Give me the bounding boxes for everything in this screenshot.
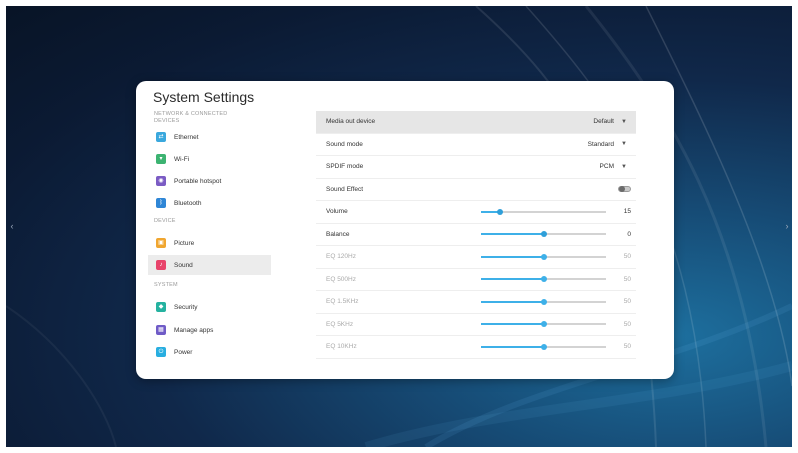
volume-slider[interactable] <box>481 208 606 215</box>
sidebar-item-label: Picture <box>174 239 195 247</box>
balance-slider[interactable] <box>481 231 606 238</box>
section-header-network: NETWORK & CONNECTED DEVICES <box>154 111 228 124</box>
slider-thumb <box>540 253 547 260</box>
sidebar-item-security[interactable]: ◆ Security <box>148 297 271 317</box>
chevron-left-icon[interactable]: ‹ <box>8 220 16 232</box>
balance-row[interactable]: Balance 0 <box>316 224 636 246</box>
sound-mode-value: Standard <box>587 140 614 148</box>
sidebar-item-power[interactable]: ⏻ Power <box>148 342 271 362</box>
sidebar-item-picture[interactable]: ▣ Picture <box>148 233 271 253</box>
sound-mode-label: Sound mode <box>326 140 363 148</box>
sound-effect-row[interactable]: Sound Effect <box>316 179 636 201</box>
spdif-mode-row[interactable]: SPDIF mode PCM ▼ <box>316 156 636 179</box>
slider-fill <box>481 300 544 303</box>
bluetooth-icon: ᛒ <box>156 198 166 208</box>
eq-10khz-slider <box>481 343 606 350</box>
slider-thumb <box>540 343 547 350</box>
settings-sidebar: System Settings NETWORK & CONNECTED DEVI… <box>136 81 271 379</box>
eq-5khz-row: EQ 5KHz 50 <box>316 314 636 336</box>
slider-value: 15 <box>623 208 631 216</box>
eq-5khz-slider <box>481 321 606 328</box>
ethernet-icon: ⇄ <box>156 132 166 142</box>
eq-120hz-row: EQ 120Hz 50 <box>316 246 636 269</box>
eq-500hz-slider <box>481 276 606 283</box>
spdif-mode-label: SPDIF mode <box>326 163 364 171</box>
sound-effect-toggle[interactable] <box>618 186 631 193</box>
sidebar-item-manage-apps[interactable]: ▦ Manage apps <box>148 320 271 340</box>
sidebar-item-sound[interactable]: ♪ Sound <box>148 255 271 275</box>
slider-label: EQ 10KHz <box>326 343 357 351</box>
chevron-right-icon[interactable]: › <box>783 220 791 232</box>
sidebar-item-label: Bluetooth <box>174 199 202 207</box>
slider-fill <box>481 345 544 348</box>
slider-thumb <box>540 321 547 328</box>
slider-fill <box>481 323 544 326</box>
power-icon: ⏻ <box>156 347 166 357</box>
sidebar-item-label: Sound <box>174 261 193 269</box>
sidebar-item-label: Security <box>174 303 198 311</box>
spdif-mode-value: PCM <box>599 163 614 171</box>
slider-label: EQ 500Hz <box>326 275 356 283</box>
media-out-device-value: Default <box>593 118 614 126</box>
sound-effect-label: Sound Effect <box>326 185 364 193</box>
sidebar-item-label: Portable hotspot <box>174 177 222 185</box>
slider-thumb <box>540 298 547 305</box>
slider-fill <box>481 278 544 281</box>
slider-label: Balance <box>326 230 350 238</box>
sidebar-item-portable-hotspot[interactable]: ◉ Portable hotspot <box>148 171 271 191</box>
eq-120hz-slider <box>481 253 606 260</box>
sound-icon: ♪ <box>156 260 166 270</box>
sidebar-item-label: Wi-Fi <box>174 155 190 163</box>
desktop-wallpaper: ‹ › System Settings NETWORK & CONNECTED … <box>6 6 792 447</box>
section-header-device: DEVICE <box>154 218 176 224</box>
sidebar-item-label: Power <box>174 348 193 356</box>
picture-icon: ▣ <box>156 238 166 248</box>
system-settings-dialog: System Settings NETWORK & CONNECTED DEVI… <box>136 81 674 379</box>
media-out-device-label: Media out device <box>326 118 376 126</box>
eq-500hz-row: EQ 500Hz 50 <box>316 269 636 291</box>
sidebar-item-ethernet[interactable]: ⇄ Ethernet <box>148 127 271 147</box>
slider-value: 50 <box>623 298 631 306</box>
dropdown-icon[interactable]: ▼ <box>620 164 628 170</box>
dropdown-icon[interactable]: ▼ <box>620 141 628 147</box>
slider-value: 50 <box>623 275 631 283</box>
sidebar-item-label: Ethernet <box>174 133 199 141</box>
sidebar-item-wifi[interactable]: ▾ Wi-Fi <box>148 149 271 169</box>
slider-label: EQ 5KHz <box>326 320 354 328</box>
toggle-knob <box>619 186 625 193</box>
slider-value: 50 <box>623 343 631 351</box>
security-icon: ◆ <box>156 302 166 312</box>
slider-fill <box>481 255 544 258</box>
slider-label: Volume <box>326 208 348 216</box>
slider-value: 0 <box>627 230 631 238</box>
volume-row[interactable]: Volume 15 <box>316 201 636 224</box>
dropdown-icon[interactable]: ▼ <box>620 119 628 125</box>
wifi-icon: ▾ <box>156 154 166 164</box>
slider-thumb[interactable] <box>496 208 503 215</box>
media-out-device-row[interactable]: Media out device Default ▼ <box>316 111 636 134</box>
slider-value: 50 <box>623 253 631 261</box>
slider-label: EQ 120Hz <box>326 253 356 261</box>
eq-1-5khz-slider <box>481 298 606 305</box>
eq-1-5khz-row: EQ 1.5KHz 50 <box>316 291 636 314</box>
section-header-system: SYSTEM <box>154 282 178 288</box>
apps-icon: ▦ <box>156 325 166 335</box>
sidebar-item-label: Manage apps <box>174 326 214 334</box>
slider-value: 50 <box>623 320 631 328</box>
slider-thumb <box>540 276 547 283</box>
slider-thumb[interactable] <box>540 231 547 238</box>
sidebar-item-bluetooth[interactable]: ᛒ Bluetooth <box>148 193 271 213</box>
slider-fill <box>481 233 544 236</box>
hotspot-icon: ◉ <box>156 176 166 186</box>
page-title: System Settings <box>153 89 255 105</box>
slider-label: EQ 1.5KHz <box>326 298 359 306</box>
sound-mode-row[interactable]: Sound mode Standard ▼ <box>316 134 636 156</box>
eq-10khz-row: EQ 10KHz 50 <box>316 336 636 359</box>
